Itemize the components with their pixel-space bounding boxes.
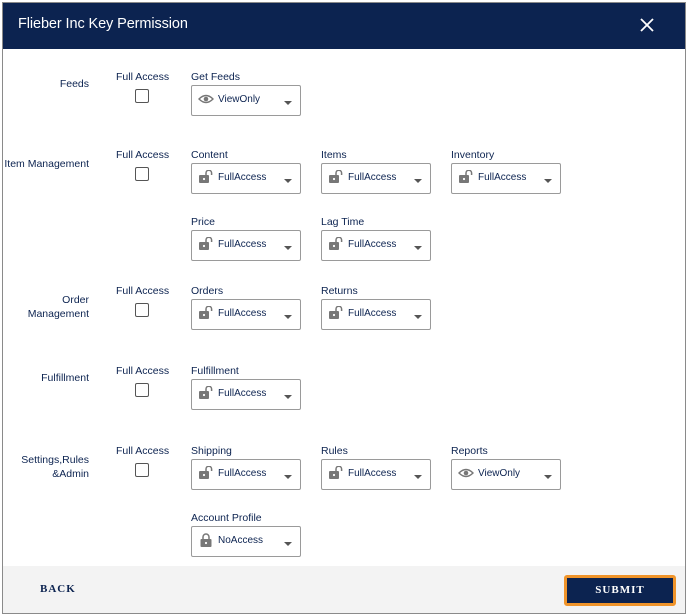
locked-icon	[198, 533, 214, 547]
key-permission-dialog: Flieber Inc Key Permission Feeds Full Acc…	[2, 2, 686, 614]
dialog-footer: BACK SUBMIT	[3, 566, 685, 613]
permission-value: FullAccess	[218, 388, 267, 399]
unlocked-icon	[328, 305, 344, 320]
close-button[interactable]	[637, 15, 657, 35]
unlocked-icon	[328, 169, 344, 184]
full-access-checkbox-fulfillment[interactable]	[135, 383, 149, 397]
caret-down-icon	[284, 246, 292, 250]
unlocked-icon	[198, 236, 214, 251]
field-label-account-profile: Account Profile	[191, 512, 262, 524]
permission-value: FullAccess	[348, 172, 397, 183]
field-label-content: Content	[191, 149, 228, 161]
caret-down-icon	[414, 246, 422, 250]
caret-down-icon	[414, 315, 422, 319]
section-label-item-management: Item Management	[4, 158, 89, 170]
full-access-checkbox-feeds[interactable]	[135, 89, 149, 103]
field-label-shipping: Shipping	[191, 445, 232, 457]
caret-down-icon	[284, 101, 292, 105]
permission-select-get-feeds[interactable]: ViewOnly	[191, 85, 301, 116]
permission-value: FullAccess	[218, 308, 267, 319]
field-label-rules: Rules	[321, 445, 348, 457]
full-access-checkbox-settings-rules-admin[interactable]	[135, 463, 149, 477]
field-label-get-feeds: Get Feeds	[191, 71, 241, 83]
caret-down-icon	[284, 315, 292, 319]
eye-icon	[198, 92, 214, 106]
unlocked-icon	[198, 169, 214, 184]
full-access-label: Full Access	[116, 365, 170, 377]
unlocked-icon	[328, 236, 344, 251]
field-label-items: Items	[321, 149, 347, 161]
permission-select-fulfillment[interactable]: FullAccess	[191, 379, 301, 410]
dialog-title: Flieber Inc Key Permission	[18, 16, 188, 32]
caret-down-icon	[284, 179, 292, 183]
full-access-label: Full Access	[116, 149, 170, 161]
unlocked-icon	[198, 305, 214, 320]
permission-select-shipping[interactable]: FullAccess	[191, 459, 301, 490]
permission-select-lag-time[interactable]: FullAccess	[321, 230, 431, 261]
permission-select-items[interactable]: FullAccess	[321, 163, 431, 194]
section-label-fulfillment: Fulfillment	[41, 372, 89, 384]
permission-select-content[interactable]: FullAccess	[191, 163, 301, 194]
close-icon	[640, 18, 654, 32]
permission-select-inventory[interactable]: FullAccess	[451, 163, 561, 194]
submit-button[interactable]: SUBMIT	[564, 575, 676, 606]
permission-value: FullAccess	[218, 239, 267, 250]
field-label-fulfillment: Fulfillment	[191, 365, 239, 377]
permission-form: Feeds Full Access Get Feeds ViewOnly Item Ma…	[3, 49, 685, 569]
permission-select-orders[interactable]: FullAccess	[191, 299, 301, 330]
caret-down-icon	[414, 475, 422, 479]
full-access-checkbox-item-management[interactable]	[135, 167, 149, 181]
permission-value: ViewOnly	[218, 94, 261, 105]
permission-value: FullAccess	[348, 468, 397, 479]
section-label-order-management: Order Management	[27, 294, 89, 320]
full-access-label: Full Access	[116, 285, 170, 297]
field-label-lag-time: Lag Time	[321, 216, 365, 228]
eye-icon	[458, 466, 474, 480]
permission-select-rules[interactable]: FullAccess	[321, 459, 431, 490]
caret-down-icon	[544, 475, 552, 479]
unlocked-icon	[198, 465, 214, 480]
caret-down-icon	[544, 179, 552, 183]
permission-value: FullAccess	[218, 468, 267, 479]
permission-value: FullAccess	[348, 239, 397, 250]
permission-value: FullAccess	[218, 172, 267, 183]
caret-down-icon	[284, 475, 292, 479]
permission-select-account-profile[interactable]: NoAccess	[191, 526, 301, 557]
permission-value: NoAccess	[218, 535, 264, 546]
dialog-header: Flieber Inc Key Permission	[3, 3, 685, 49]
field-label-inventory: Inventory	[451, 149, 495, 161]
permission-value: FullAccess	[348, 308, 397, 319]
section-label-settings-rules-admin: Settings,Rules &Admin	[21, 454, 89, 480]
field-label-reports: Reports	[451, 445, 488, 457]
unlocked-icon	[328, 465, 344, 480]
permission-select-returns[interactable]: FullAccess	[321, 299, 431, 330]
permission-value: ViewOnly	[478, 468, 521, 479]
unlocked-icon	[458, 169, 474, 184]
unlocked-icon	[198, 385, 214, 400]
caret-down-icon	[284, 542, 292, 546]
back-button[interactable]: BACK	[40, 583, 76, 595]
permission-select-reports[interactable]: ViewOnly	[451, 459, 561, 490]
full-access-label: Full Access	[116, 445, 170, 457]
field-label-orders: Orders	[191, 285, 224, 297]
caret-down-icon	[284, 395, 292, 399]
field-label-returns: Returns	[321, 285, 358, 297]
full-access-checkbox-order-management[interactable]	[135, 303, 149, 317]
permission-select-price[interactable]: FullAccess	[191, 230, 301, 261]
field-label-price: Price	[191, 216, 215, 228]
permission-value: FullAccess	[478, 172, 527, 183]
section-label-feeds: Feeds	[59, 78, 89, 90]
full-access-label: Full Access	[116, 71, 170, 83]
caret-down-icon	[414, 179, 422, 183]
